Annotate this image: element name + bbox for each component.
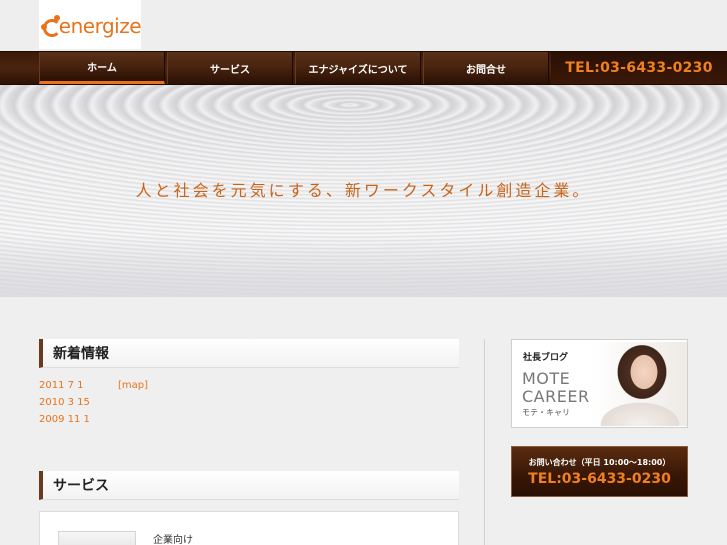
hero-banner: 人と社会を元気にする、新ワークスタイル創造企業。 <box>0 85 727 297</box>
nav-item-about[interactable]: エナジャイズについて <box>295 52 421 84</box>
news-date: 2009 11 1 <box>39 414 90 425</box>
news-map-link[interactable]: [map] <box>118 380 148 391</box>
service-list: 企業向け <box>39 511 459 545</box>
blog-portrait-image <box>592 342 687 426</box>
service-item-corporate[interactable]: 企業向け <box>153 531 193 545</box>
energize-logo-icon <box>41 12 61 38</box>
logo-text: energize <box>58 13 142 38</box>
service-thumbnail[interactable] <box>58 531 136 545</box>
main-nav: ホーム サービス エナジャイズについて お問合せ TEL:03-6433-023… <box>0 51 727 85</box>
hero-fade <box>0 237 727 297</box>
nav-item-contact[interactable]: お問合せ <box>423 52 549 84</box>
contact-banner[interactable]: お問い合わせ（平日 10:00〜18:00） TEL:03-6433-0230 <box>511 446 688 497</box>
nav-phone-number: TEL:03-6433-0230 <box>551 52 727 84</box>
hero-tagline: 人と社会を元気にする、新ワークスタイル創造企業。 <box>135 181 592 200</box>
blog-title-line2: CAREER <box>522 387 590 406</box>
blog-title-line1: MOTE <box>522 369 571 388</box>
nav-item-service[interactable]: サービス <box>167 52 293 84</box>
header: energize <box>0 0 727 51</box>
contact-hours-label: お問い合わせ（平日 10:00〜18:00） <box>528 458 671 467</box>
news-date: 2010 3 15 <box>39 397 90 408</box>
news-date: 2011 7 1 <box>39 380 84 391</box>
blog-label: 社長ブログ <box>523 353 569 363</box>
column-divider <box>484 339 485 545</box>
contact-phone-number: TEL:03-6433-0230 <box>528 471 671 487</box>
logo[interactable]: energize <box>39 0 142 49</box>
service-section-title: サービス <box>39 471 459 500</box>
ceo-blog-banner[interactable]: 社長ブログ MOTE CAREER モテ・キャリ <box>511 339 688 428</box>
blog-title-kana: モテ・キャリ <box>522 408 570 417</box>
news-section-title: 新着情報 <box>39 339 459 368</box>
nav-item-home[interactable]: ホーム <box>39 52 165 84</box>
